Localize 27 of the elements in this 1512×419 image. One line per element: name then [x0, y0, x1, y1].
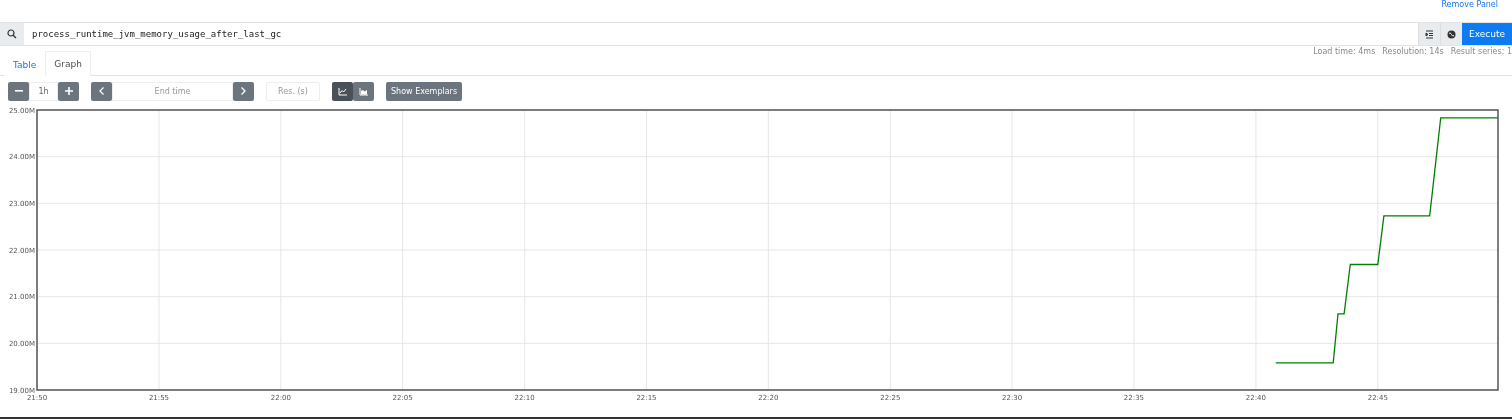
- previous-time-button[interactable]: [91, 81, 112, 101]
- stacked-mode-button[interactable]: [353, 81, 374, 101]
- remove-panel-link[interactable]: Remove Panel: [1441, 0, 1498, 10]
- show-exemplars-button[interactable]: Show Exemplars: [386, 81, 463, 101]
- tab[interactable]: Graph: [45, 51, 91, 76]
- lines-mode-button[interactable]: [332, 81, 353, 101]
- metrics-explorer-button[interactable]: [1440, 23, 1462, 45]
- search-icon: [7, 29, 17, 39]
- next-time-button[interactable]: [233, 81, 254, 101]
- globe-icon: [1447, 29, 1456, 39]
- increase-range-button[interactable]: [58, 81, 79, 101]
- format-button[interactable]: [1418, 23, 1440, 45]
- end-time-input[interactable]: End time: [112, 81, 233, 101]
- query-stat: Load time: 4ms: [1313, 47, 1376, 56]
- resolution-input[interactable]: Res. (s): [266, 81, 320, 101]
- query-stat: Resolution: 14s: [1382, 47, 1444, 56]
- query-stat: Result series: 1: [1450, 47, 1512, 56]
- line-chart-icon: [338, 86, 347, 96]
- execute-button[interactable]: Execute: [1462, 23, 1512, 45]
- minus-icon: [14, 90, 23, 92]
- plus-icon: [64, 87, 73, 95]
- area-chart-icon: [359, 86, 368, 96]
- decrease-range-button[interactable]: [8, 81, 29, 101]
- chevron-right-icon: [241, 87, 246, 95]
- range-input[interactable]: 1h: [29, 81, 58, 101]
- chevron-left-icon: [99, 87, 104, 95]
- indent-icon: [1425, 29, 1434, 39]
